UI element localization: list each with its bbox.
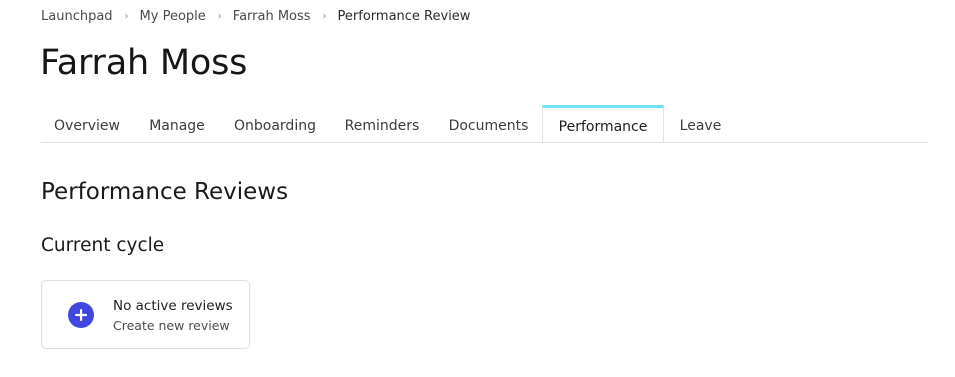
tab-documents[interactable]: Documents [435, 107, 542, 142]
breadcrumb: Launchpad › My People › Farrah Moss › Pe… [41, 8, 470, 24]
plus-circle-icon [68, 302, 94, 328]
tab-performance[interactable]: Performance [542, 105, 664, 142]
tab-reminders[interactable]: Reminders [329, 107, 435, 142]
breadcrumb-current: Performance Review [337, 8, 471, 24]
create-new-review-link[interactable]: Create new review [113, 318, 233, 333]
breadcrumb-separator: › [124, 10, 129, 22]
create-review-card[interactable]: No active reviews Create new review [41, 280, 250, 349]
tab-bar: Overview Manage Onboarding Reminders Doc… [41, 105, 928, 143]
section-title: Performance Reviews [41, 179, 289, 205]
no-active-reviews-label: No active reviews [113, 298, 233, 314]
breadcrumb-separator: › [217, 10, 222, 22]
tab-overview[interactable]: Overview [41, 107, 133, 142]
tab-manage[interactable]: Manage [133, 107, 221, 142]
tab-onboarding[interactable]: Onboarding [221, 107, 329, 142]
breadcrumb-launchpad[interactable]: Launchpad [41, 9, 113, 24]
card-text: No active reviews Create new review [113, 298, 233, 333]
breadcrumb-separator: › [322, 10, 327, 22]
breadcrumb-employee[interactable]: Farrah Moss [233, 9, 311, 24]
page-title: Farrah Moss [40, 43, 248, 83]
breadcrumb-my-people[interactable]: My People [140, 9, 206, 24]
current-cycle-title: Current cycle [41, 235, 165, 256]
tab-leave[interactable]: Leave [664, 107, 737, 142]
